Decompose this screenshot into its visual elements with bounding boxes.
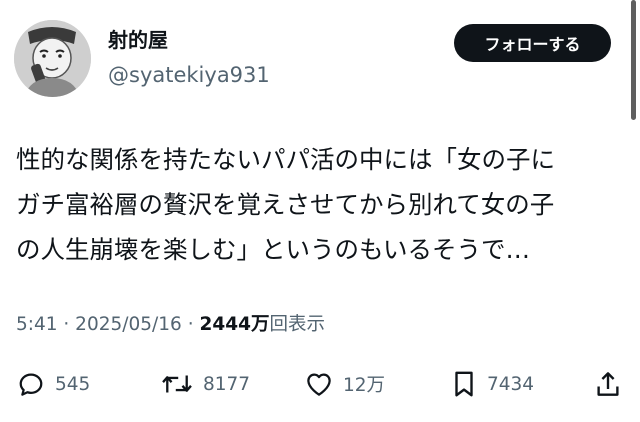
tweet-meta: 5:41 · 2025/05/16 · 2444万回表示 bbox=[16, 312, 325, 338]
scrollbar[interactable] bbox=[631, 0, 636, 120]
follow-button[interactable]: フォローする bbox=[454, 24, 611, 62]
reply-icon bbox=[19, 373, 43, 396]
heart-icon bbox=[307, 373, 331, 396]
retweet-button[interactable]: 8177 bbox=[160, 364, 250, 404]
bookmark-button[interactable]: 7434 bbox=[450, 364, 534, 404]
tweet-text: 性的な関係を持たないパパ活の中には「女の子に ガチ富裕層の贅沢を覚えさせてから別… bbox=[16, 137, 616, 272]
views-count: 2444万 bbox=[199, 314, 270, 335]
action-bar: 545 8177 12万 7434 bbox=[0, 364, 640, 404]
reply-count: 545 bbox=[55, 373, 91, 395]
tweet-line: ガチ富裕層の贅沢を覚えさせてから別れて女の子 bbox=[16, 190, 555, 219]
timestamp[interactable]: 5:41 · 2025/05/16 · bbox=[16, 314, 199, 335]
user-handle[interactable]: @syatekiya931 bbox=[108, 61, 270, 89]
tweet-line: の人生崩壊を楽しむ」というのもいるそうで… bbox=[16, 235, 531, 264]
like-count: 12万 bbox=[343, 375, 386, 396]
views-label: 回表示 bbox=[269, 314, 325, 335]
reply-button[interactable]: 545 bbox=[16, 364, 90, 404]
avatar[interactable] bbox=[14, 20, 91, 97]
like-button[interactable]: 12万 bbox=[304, 364, 385, 404]
bookmark-count: 7434 bbox=[487, 373, 535, 395]
retweet-count: 8177 bbox=[203, 373, 251, 395]
tweet-line: 性的な関係を持たないパパ活の中には「女の子に bbox=[16, 145, 555, 174]
avatar-image bbox=[14, 20, 91, 97]
display-name[interactable]: 射的屋 bbox=[108, 27, 168, 53]
share-icon bbox=[597, 372, 619, 396]
share-button[interactable] bbox=[594, 364, 622, 404]
bookmark-icon bbox=[455, 371, 473, 397]
retweet-icon bbox=[162, 375, 192, 393]
